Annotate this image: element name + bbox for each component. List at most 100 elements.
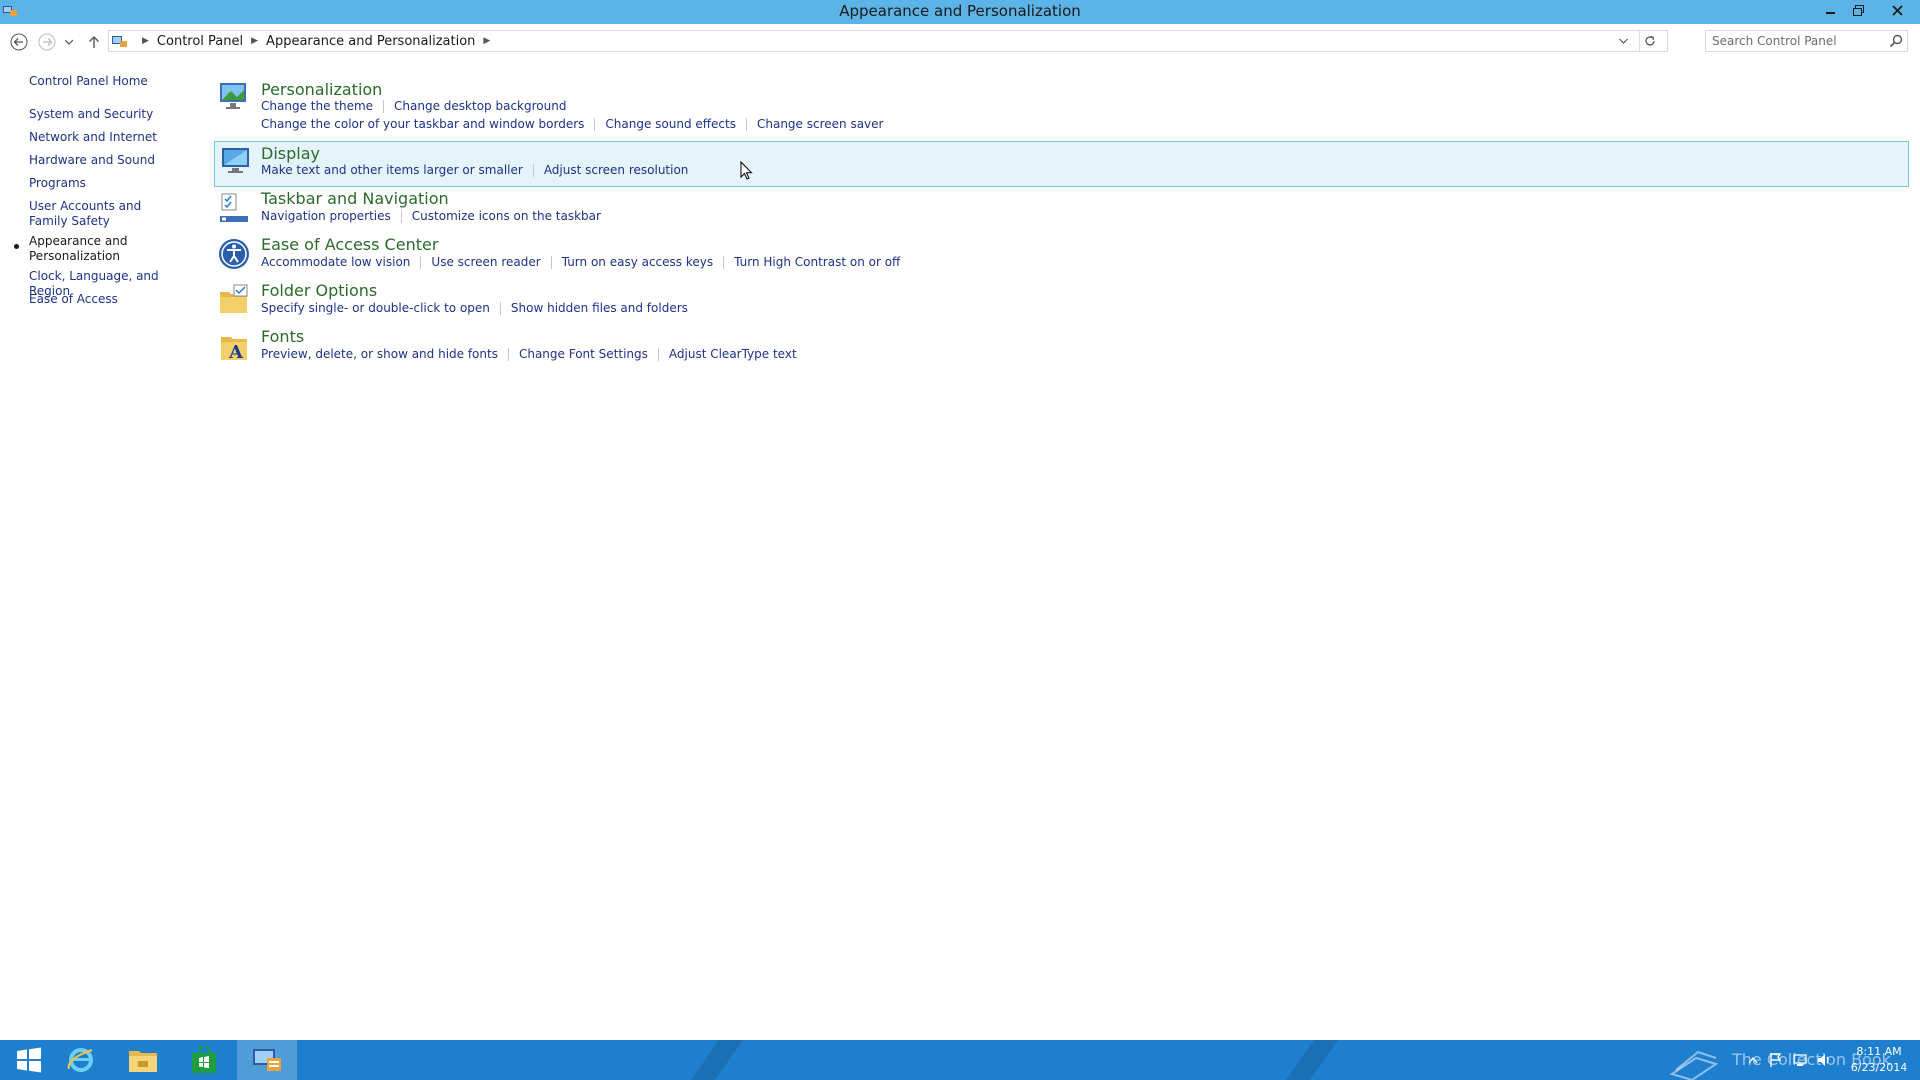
taskbar: The Collection Book 8:11 AM 6/23/2014 bbox=[0, 1040, 1920, 1080]
nav-user-accounts[interactable]: User Accounts and Family Safety bbox=[29, 199, 179, 229]
preview-fonts-link[interactable]: Preview, delete, or show and hide fonts bbox=[261, 347, 498, 361]
refresh-icon bbox=[1644, 35, 1655, 46]
category-fonts: A Fonts Preview, delete, or show and hid… bbox=[214, 326, 1909, 372]
change-sound-effects-link[interactable]: Change sound effects bbox=[605, 117, 736, 131]
display-title[interactable]: Display bbox=[261, 144, 320, 163]
adjust-screen-resolution-link[interactable]: Adjust screen resolution bbox=[544, 163, 689, 177]
address-field[interactable]: ▶ Control Panel ▶ Appearance and Persona… bbox=[108, 30, 1668, 52]
nav-appearance-personalization: Appearance and Personalization bbox=[29, 234, 128, 263]
adjust-cleartype-link[interactable]: Adjust ClearType text bbox=[669, 347, 797, 361]
network-icon[interactable] bbox=[1792, 1052, 1808, 1068]
nav-ease-of-access[interactable]: Ease of Access bbox=[29, 292, 194, 307]
svg-text:A: A bbox=[228, 342, 244, 363]
taskbar-internet-explorer[interactable] bbox=[52, 1040, 110, 1080]
up-button[interactable] bbox=[83, 31, 105, 53]
link-separator bbox=[657, 347, 659, 361]
taskbar-navigation-icon[interactable] bbox=[217, 191, 251, 225]
close-button[interactable] bbox=[1878, 0, 1916, 20]
search-field[interactable] bbox=[1705, 30, 1908, 52]
nav-network-internet[interactable]: Network and Internet bbox=[29, 130, 194, 145]
change-taskbar-color-link[interactable]: Change the color of your taskbar and win… bbox=[261, 117, 584, 131]
action-center-flag-icon[interactable] bbox=[1768, 1052, 1784, 1068]
search-input[interactable] bbox=[1712, 32, 1882, 50]
back-button[interactable] bbox=[8, 31, 30, 53]
link-separator bbox=[383, 99, 385, 113]
start-icon bbox=[17, 1047, 41, 1073]
close-icon bbox=[1891, 4, 1903, 16]
taskbar-stripe bbox=[690, 1040, 744, 1080]
taskbar-file-explorer[interactable] bbox=[114, 1040, 172, 1080]
category-folder-options: Folder Options Specify single- or double… bbox=[214, 280, 1909, 326]
category-ease-of-access: Ease of Access Center Accommodate low vi… bbox=[214, 234, 1909, 280]
show-hidden-files-link[interactable]: Show hidden files and folders bbox=[511, 301, 688, 315]
change-font-settings-link[interactable]: Change Font Settings bbox=[519, 347, 648, 361]
link-separator bbox=[723, 255, 725, 269]
personalization-title[interactable]: Personalization bbox=[261, 80, 382, 99]
customize-taskbar-icons-link[interactable]: Customize icons on the taskbar bbox=[412, 209, 601, 223]
taskbar-navigation-title[interactable]: Taskbar and Navigation bbox=[261, 189, 449, 208]
restore-button[interactable] bbox=[1843, 0, 1873, 20]
nav-system-security[interactable]: System and Security bbox=[29, 107, 194, 122]
breadcrumb-separator-icon[interactable]: ▶ bbox=[142, 36, 149, 46]
taskbar-stripe bbox=[1285, 1040, 1339, 1080]
breadcrumb-appearance[interactable]: Appearance and Personalization bbox=[266, 34, 475, 49]
easy-access-keys-link[interactable]: Turn on easy access keys bbox=[562, 255, 713, 269]
refresh-button[interactable] bbox=[1639, 31, 1659, 51]
fonts-title[interactable]: Fonts bbox=[261, 327, 304, 346]
window-title: Appearance and Personalization bbox=[839, 2, 1081, 20]
chevron-down-icon bbox=[1618, 38, 1628, 44]
change-theme-link[interactable]: Change the theme bbox=[261, 99, 373, 113]
personalization-icon[interactable] bbox=[217, 79, 251, 113]
single-double-click-link[interactable]: Specify single- or double-click to open bbox=[261, 301, 490, 315]
mouse-cursor-icon bbox=[740, 161, 753, 180]
use-screen-reader-link[interactable]: Use screen reader bbox=[431, 255, 540, 269]
breadcrumb-separator-icon[interactable]: ▶ bbox=[251, 36, 258, 46]
address-history-button[interactable] bbox=[1613, 31, 1633, 51]
link-separator bbox=[745, 117, 747, 131]
show-hidden-icons-icon[interactable] bbox=[1748, 1056, 1758, 1064]
navigation-properties-link[interactable]: Navigation properties bbox=[261, 209, 391, 223]
clock[interactable]: 8:11 AM 6/23/2014 bbox=[1844, 1044, 1914, 1076]
control-panel-home-link[interactable]: Control Panel Home bbox=[29, 74, 194, 89]
nav-hardware-sound[interactable]: Hardware and Sound bbox=[29, 153, 194, 168]
nav-programs[interactable]: Programs bbox=[29, 176, 194, 191]
clock-date: 6/23/2014 bbox=[1850, 1061, 1908, 1074]
link-separator bbox=[532, 163, 534, 177]
make-text-larger-link[interactable]: Make text and other items larger or smal… bbox=[261, 163, 523, 177]
category-personalization: Personalization Change the theme Change … bbox=[214, 76, 1909, 132]
folder-options-icon[interactable] bbox=[217, 283, 251, 317]
folder-options-title[interactable]: Folder Options bbox=[261, 281, 377, 300]
up-arrow-icon bbox=[89, 36, 99, 48]
link-separator bbox=[594, 117, 596, 131]
link-separator bbox=[420, 255, 422, 269]
ease-of-access-title[interactable]: Ease of Access Center bbox=[261, 235, 438, 254]
display-icon[interactable] bbox=[219, 143, 253, 177]
watermark-book-icon bbox=[1669, 1050, 1719, 1080]
minimize-button[interactable] bbox=[1816, 0, 1846, 20]
ease-of-access-icon[interactable] bbox=[217, 237, 251, 271]
current-page-bullet-icon bbox=[14, 244, 19, 249]
taskbar-control-panel[interactable] bbox=[237, 1040, 297, 1080]
recent-locations-button[interactable] bbox=[62, 31, 76, 53]
taskbar-store[interactable] bbox=[175, 1040, 233, 1080]
search-icon[interactable] bbox=[1889, 34, 1903, 48]
link-separator bbox=[499, 301, 501, 315]
internet-explorer-icon bbox=[67, 1048, 93, 1072]
forward-button[interactable] bbox=[36, 31, 58, 53]
accommodate-low-vision-link[interactable]: Accommodate low vision bbox=[261, 255, 410, 269]
title-bar: Appearance and Personalization bbox=[0, 0, 1920, 24]
start-button[interactable] bbox=[0, 1040, 58, 1080]
forward-arrow-icon bbox=[38, 33, 56, 51]
breadcrumb-control-panel[interactable]: Control Panel bbox=[157, 34, 243, 49]
link-separator bbox=[550, 255, 552, 269]
fonts-icon[interactable]: A bbox=[217, 329, 251, 363]
control-panel-icon bbox=[253, 1049, 281, 1071]
volume-icon[interactable] bbox=[1816, 1052, 1832, 1068]
minimize-icon bbox=[1826, 12, 1835, 14]
chevron-down-icon bbox=[65, 39, 73, 45]
breadcrumb-separator-icon[interactable]: ▶ bbox=[483, 36, 490, 46]
change-screen-saver-link[interactable]: Change screen saver bbox=[757, 117, 884, 131]
category-display[interactable]: Display Make text and other items larger… bbox=[214, 141, 1909, 187]
change-desktop-background-link[interactable]: Change desktop background bbox=[394, 99, 566, 113]
high-contrast-link[interactable]: Turn High Contrast on or off bbox=[734, 255, 900, 269]
